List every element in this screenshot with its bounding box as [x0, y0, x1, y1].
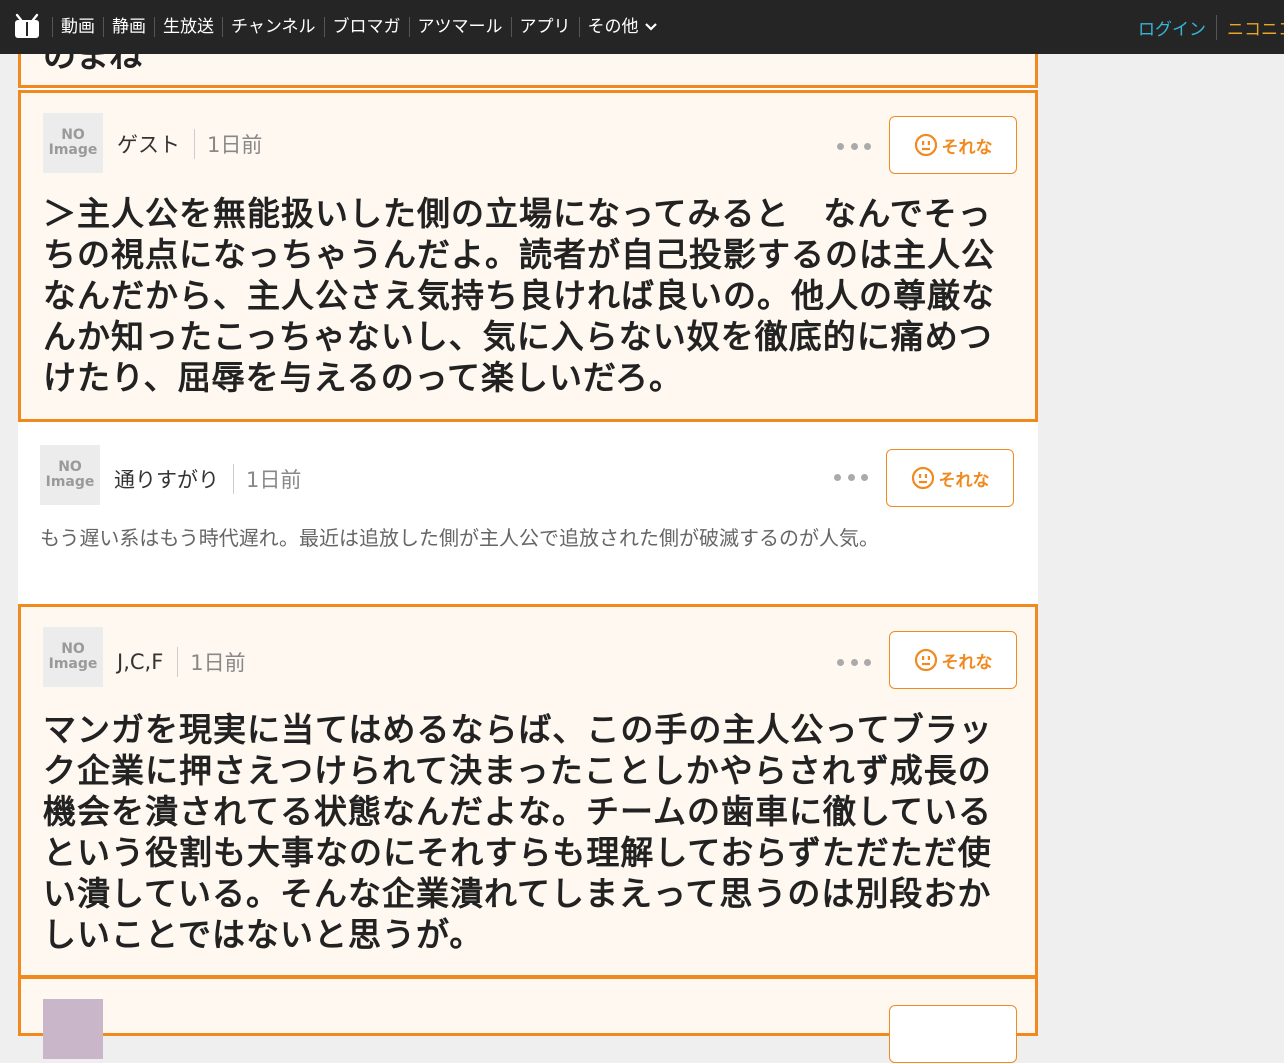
comment-meta: J,C,F 1日前: [117, 647, 246, 677]
comment-meta: ゲスト 1日前: [117, 129, 262, 159]
author-name[interactable]: J,C,F: [117, 650, 163, 674]
avatar[interactable]: NO Image: [43, 627, 103, 687]
nav-menu: 動画 静画 生放送 チャンネル ブロマガ アツマール アプリ その他: [52, 0, 665, 54]
nav-item-blomaga[interactable]: ブロマガ: [323, 17, 409, 37]
comment-card: NO Image J,C,F 1日前 それな マンガを現実に当てはめるならば、こ…: [18, 604, 1038, 978]
comment-time: 1日前: [233, 464, 301, 494]
comment-card-partial-bottom: [18, 976, 1038, 1063]
comment-card: NO Image 通りすがり 1日前 それな もう遅い系はもう時代遅れ。最近は追…: [18, 422, 1038, 604]
chevron-down-icon: [644, 23, 657, 31]
nav-item-channel[interactable]: チャンネル: [222, 17, 324, 37]
comment-text: ＞主人公を無能扱いした側の立場になってみると なんでそっちの視点になっちゃうんだ…: [43, 194, 995, 397]
author-name[interactable]: ゲスト: [117, 129, 180, 159]
nav-item-seiga[interactable]: 静画: [103, 17, 154, 37]
face-icon: [914, 133, 937, 157]
sorena-button[interactable]: それな: [889, 116, 1017, 174]
avatar[interactable]: NO Image: [43, 113, 103, 173]
comment-time: 1日前: [177, 647, 246, 677]
nav-item-live[interactable]: 生放送: [154, 17, 222, 37]
more-options-icon[interactable]: [834, 472, 868, 482]
nav-item-more[interactable]: その他: [578, 17, 665, 37]
more-options-icon[interactable]: [837, 657, 871, 667]
sorena-button[interactable]: それな: [886, 449, 1014, 507]
face-icon: [911, 466, 934, 490]
avatar[interactable]: NO Image: [40, 445, 100, 505]
author-name[interactable]: 通りすがり: [114, 464, 219, 494]
comment-text: もう遅い系はもう時代遅れ。最近は追放した側が主人公で追放された側が破滅するのが人…: [40, 526, 879, 550]
sorena-button[interactable]: それな: [889, 631, 1017, 689]
nav-right: ログイン ニコニコ: [1128, 0, 1284, 54]
face-icon: [914, 648, 937, 672]
niconico-link[interactable]: ニコニコ: [1216, 14, 1284, 40]
login-link[interactable]: ログイン: [1128, 15, 1216, 40]
comment-time: 1日前: [194, 129, 262, 159]
comment-text: マンガを現実に当てはめるならば、この手の主人公ってブラック企業に押さえつけられて…: [43, 710, 993, 954]
nav-item-atsumaru[interactable]: アツマール: [408, 17, 511, 37]
nav-item-douga[interactable]: 動画: [52, 17, 103, 37]
comment-meta: 通りすがり 1日前: [114, 464, 301, 494]
more-options-icon[interactable]: [837, 141, 871, 151]
nav-item-app[interactable]: アプリ: [510, 17, 579, 37]
comment-card: NO Image ゲスト 1日前 それな ＞主人公を無能扱いした側の立場になって…: [18, 90, 1038, 422]
niconico-logo-icon[interactable]: [14, 13, 40, 39]
sorena-button[interactable]: [889, 1005, 1017, 1063]
comment-column: のまね NO Image ゲスト 1日前 それな ＞主人公を無能扱いした側の立場…: [18, 0, 1038, 1063]
top-navigation-bar: 動画 静画 生放送 チャンネル ブロマガ アツマール アプリ その他 ログイン …: [0, 0, 1284, 54]
avatar[interactable]: [43, 999, 103, 1059]
